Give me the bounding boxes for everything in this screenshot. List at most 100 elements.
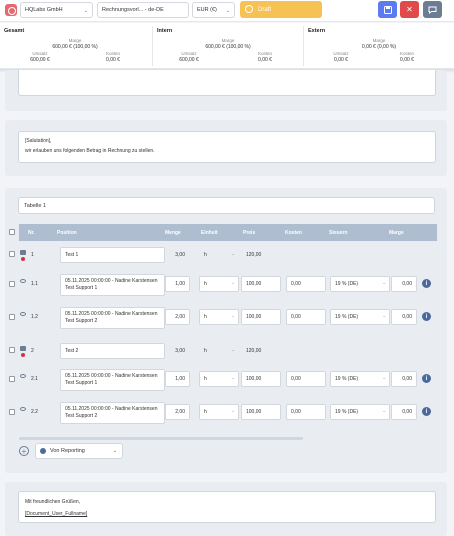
row-position-field[interactable]: Test 1 — [60, 247, 165, 263]
closing-signature-placeholder: [Document_User_Fullname] — [25, 511, 88, 517]
currency-select[interactable]: EUR (€) ⌄ — [192, 2, 235, 18]
row-position-value: Test 2 — [65, 348, 79, 354]
info-icon[interactable]: i — [422, 374, 431, 383]
row-nr[interactable]: 1.1 — [26, 277, 54, 291]
summary-intern-revenue-label: Umsatz — [181, 51, 197, 56]
row-position-field[interactable]: 05.11.2025 00:00:00 - Nadine Karstensen … — [60, 274, 165, 296]
row-margin-value: 0,00 — [402, 281, 412, 287]
row-unit-value: h — [204, 252, 207, 258]
row-margin-field[interactable]: 0,00 — [391, 309, 417, 325]
row-tax-select[interactable]: 19 % (DE) ⌄ — [330, 276, 390, 292]
row-unit-select[interactable]: h ⌄ — [199, 309, 239, 325]
table-name-input[interactable]: Tabelle 1 — [18, 197, 435, 214]
summary-total-costs: 0,00 € — [106, 57, 120, 63]
row-margin-value: 0,00 — [402, 376, 412, 382]
row-margin-field[interactable]: 0,00 — [391, 276, 417, 292]
info-icon[interactable]: i — [422, 407, 431, 416]
row-quantity-field[interactable]: 1,00 — [165, 276, 190, 292]
header-text-field[interactable] — [18, 70, 436, 96]
summary-total-revenue-label: Umsatz — [32, 51, 48, 56]
row-position-field[interactable]: 05.11.2025 00:00:00 - Nadine Karstensen … — [60, 369, 165, 391]
summary-extern-costs: 0,00 € — [400, 57, 414, 63]
table-header: Nr. Position Menge Einheit Preis Kosten … — [19, 224, 437, 241]
closing-greeting: Mit freundlichen Grüßen, — [25, 499, 81, 505]
add-row-button[interactable]: + — [19, 446, 29, 456]
template-select[interactable]: Rechnungsvorl... - de-DE — [97, 2, 189, 18]
header-text-card — [5, 70, 447, 111]
row-costs-field[interactable]: 0,00 — [286, 309, 326, 325]
column-header-margin: Marge — [389, 230, 404, 236]
row-nr-value: 2 — [31, 348, 34, 354]
row-margin-field[interactable]: 0,00 — [391, 371, 417, 387]
summary-total-margin-label: Marge — [68, 38, 82, 43]
row-quantity-value: 2,00 — [175, 314, 185, 320]
row-position-field[interactable]: 05.11.2025 00:00:00 - Nadine Karstensen … — [60, 307, 165, 329]
closing-text-field[interactable]: Mit freundlichen Grüßen, [Document_User_… — [18, 491, 436, 523]
row-position-field[interactable]: Test 2 — [60, 343, 165, 359]
row-nr[interactable]: 2 — [26, 344, 54, 358]
reporting-icon — [40, 448, 46, 454]
intro-text-field[interactable]: [Salutation], wir erlauben uns folgenden… — [18, 131, 436, 163]
summary-extern-costs-label: Kosten — [399, 51, 414, 56]
row-quantity-field[interactable]: 3,00 — [165, 247, 190, 263]
row-price-value: 100,00 — [246, 376, 262, 382]
row-nr-value: 1.1 — [31, 281, 38, 287]
row-unit-select[interactable]: h ⌄ — [199, 276, 239, 292]
row-checkbox[interactable] — [9, 281, 15, 287]
row-tax-select[interactable]: 19 % (DE) ⌄ — [330, 309, 390, 325]
summary-intern-costs: 0,00 € — [258, 57, 272, 63]
row-unit-select[interactable]: h ⌄ — [199, 404, 239, 420]
row-tax-select[interactable]: 19 % (DE) ⌄ — [330, 371, 390, 387]
info-icon[interactable]: i — [422, 312, 431, 321]
row-costs-field[interactable]: 0,00 — [286, 276, 326, 292]
table-name-value: Tabelle 1 — [24, 202, 47, 209]
row-checkbox[interactable] — [9, 251, 15, 257]
row-checkbox[interactable] — [9, 376, 15, 382]
row-price-field[interactable]: 120,00 — [241, 343, 281, 359]
row-nr[interactable]: 2.1 — [26, 372, 54, 386]
row-costs-field[interactable]: 0,00 — [286, 404, 326, 420]
row-nr[interactable]: 2.2 — [26, 405, 54, 419]
row-nr-value: 1 — [31, 252, 34, 258]
row-checkbox[interactable] — [9, 314, 15, 320]
add-source-select[interactable]: Von Reporting ⌄ — [35, 443, 123, 459]
row-checkbox[interactable] — [9, 409, 15, 415]
comment-button[interactable] — [423, 1, 442, 18]
row-nr[interactable]: 1 — [26, 248, 54, 262]
row-price-field[interactable]: 100,00 — [241, 276, 281, 292]
row-price-field[interactable]: 100,00 — [241, 404, 281, 420]
status-dot-icon — [21, 353, 25, 357]
row-price-field[interactable]: 100,00 — [241, 309, 281, 325]
template-select-label: Rechnungsvorl... - de-DE — [102, 7, 164, 13]
chevron-down-icon: ⌄ — [382, 280, 386, 285]
summary-total: Gesamt Marge 600,00 € (100,00 %) Umsatz … — [0, 26, 150, 66]
column-header-costs: Kosten — [285, 230, 302, 236]
row-price-field[interactable]: 120,00 — [241, 247, 281, 263]
row-tax-select[interactable]: 19 % (DE) ⌄ — [330, 404, 390, 420]
table-horizontal-scrollbar[interactable] — [19, 437, 303, 440]
row-costs-field[interactable]: 0,00 — [286, 371, 326, 387]
row-nr[interactable]: 1.2 — [26, 310, 54, 324]
status-draft-label: Draft — [258, 6, 272, 13]
row-unit-select[interactable]: h ⌄ — [199, 247, 239, 263]
row-position-value: 05.11.2025 00:00:00 - Nadine Karstensen … — [65, 406, 158, 419]
row-unit-select[interactable]: h ⌄ — [199, 371, 239, 387]
status-draft-button[interactable]: Draft — [240, 1, 322, 18]
company-select[interactable]: HQLabs GmbH ⌄ — [20, 2, 93, 18]
row-margin-field[interactable]: 0,00 — [391, 404, 417, 420]
save-button[interactable] — [378, 1, 397, 18]
close-button[interactable]: ✕ — [400, 1, 419, 18]
row-checkbox[interactable] — [9, 347, 15, 353]
row-quantity-field[interactable]: 3,00 — [165, 343, 190, 359]
row-quantity-field[interactable]: 1,00 — [165, 371, 190, 387]
save-icon — [383, 5, 392, 14]
row-price-field[interactable]: 100,00 — [241, 371, 281, 387]
row-position-field[interactable]: 05.11.2025 00:00:00 - Nadine Karstensen … — [60, 402, 165, 424]
info-icon[interactable]: i — [422, 279, 431, 288]
table-row-group: 1 Test 1 3,00 h ⌄ 120,00 — [5, 244, 447, 266]
row-quantity-field[interactable]: 2,00 — [165, 309, 190, 325]
select-all-checkbox[interactable] — [9, 229, 15, 235]
row-unit-select[interactable]: h ⌄ — [199, 343, 239, 359]
row-margin-value: 0,00 — [402, 314, 412, 320]
row-quantity-field[interactable]: 2,00 — [165, 404, 190, 420]
